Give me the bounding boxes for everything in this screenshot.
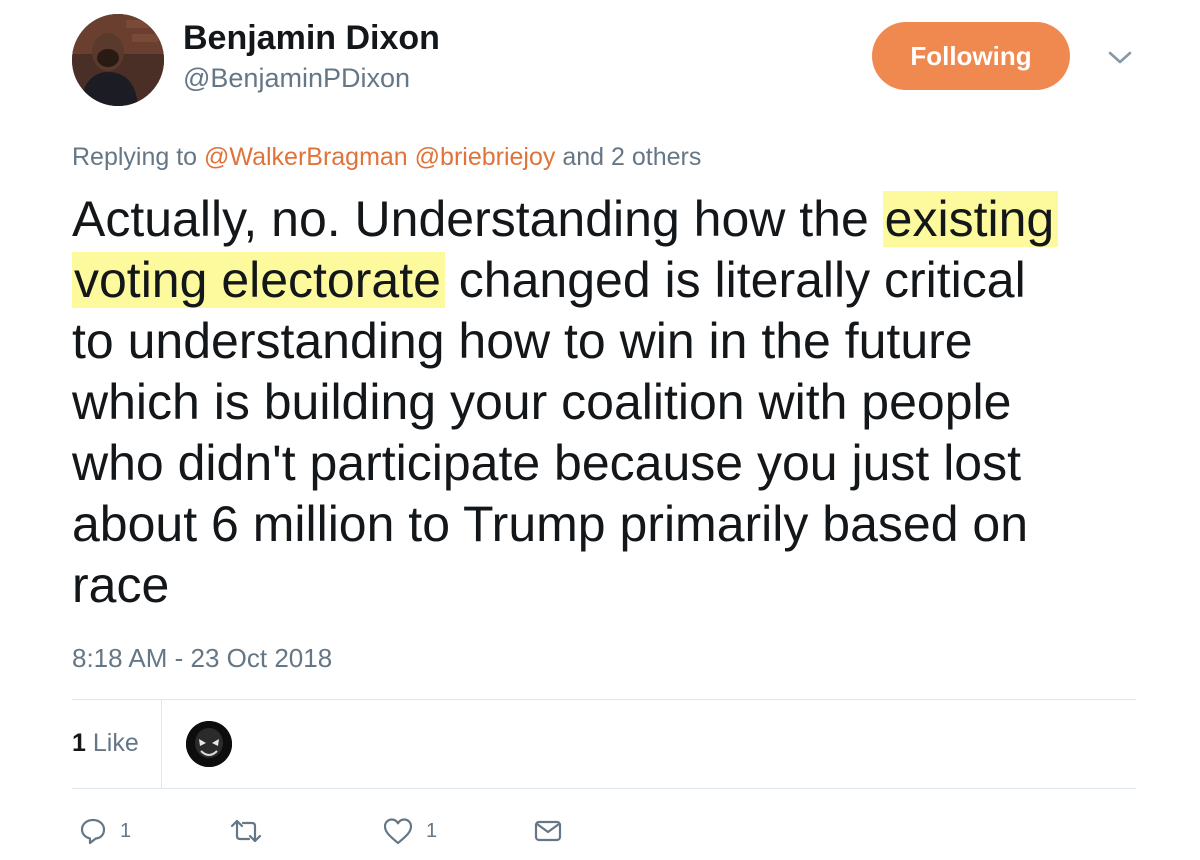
likes-count-number: 1 [72, 729, 86, 757]
replying-to-label: Replying to [72, 143, 198, 171]
retweet-button[interactable] [228, 814, 276, 848]
replying-others-link[interactable]: and 2 others [562, 143, 701, 171]
tweet-text-line: who didn't participate because you just … [72, 435, 1021, 491]
divider [72, 788, 1136, 789]
like-count: 1 [426, 820, 438, 842]
author-handle[interactable]: @BenjaminPDixon [183, 62, 410, 94]
reply-icon [78, 816, 108, 846]
liker-avatar[interactable] [186, 721, 232, 767]
tweet-text-line: Actually, no. Understanding how the exis… [72, 189, 1152, 250]
divider [72, 699, 1136, 700]
vertical-divider [161, 700, 162, 788]
replying-to-line: Replying to @WalkerBragman @briebriejoy … [72, 141, 701, 173]
direct-message-button[interactable] [532, 814, 564, 848]
tweet-text-line: which is building your coalition with pe… [72, 374, 1012, 430]
following-button[interactable]: Following [872, 22, 1070, 90]
likes-count-label: Like [92, 729, 139, 757]
reply-button[interactable]: 1 [78, 814, 131, 848]
reply-count: 1 [120, 820, 132, 842]
mention-link[interactable]: @briebriejoy [415, 143, 556, 171]
tweet-text-line: about 6 million to Trump primarily based… [72, 496, 1029, 552]
tweet-text-line: race [72, 557, 170, 613]
highlighted-text: voting electorate [72, 252, 445, 308]
mention-link[interactable]: @WalkerBragman [204, 143, 408, 171]
retweet-icon [228, 816, 264, 846]
heart-icon [382, 816, 414, 846]
author-name[interactable]: Benjamin Dixon [183, 18, 440, 58]
chevron-down-icon[interactable] [1104, 46, 1136, 70]
tweet-text-line: voting electorate changed is literally c… [72, 252, 1026, 308]
like-button[interactable]: 1 [382, 814, 437, 848]
tweet-timestamp[interactable]: 8:18 AM - 23 Oct 2018 [72, 642, 332, 674]
highlighted-text: existing [882, 191, 1059, 247]
likes-count[interactable]: 1 Like [72, 727, 139, 759]
tweet-text-line: to understanding how to win in the futur… [72, 313, 973, 369]
tweet-text: Actually, no. Understanding how the exis… [72, 189, 1152, 616]
author-avatar[interactable] [72, 14, 164, 106]
envelope-icon [532, 816, 564, 846]
